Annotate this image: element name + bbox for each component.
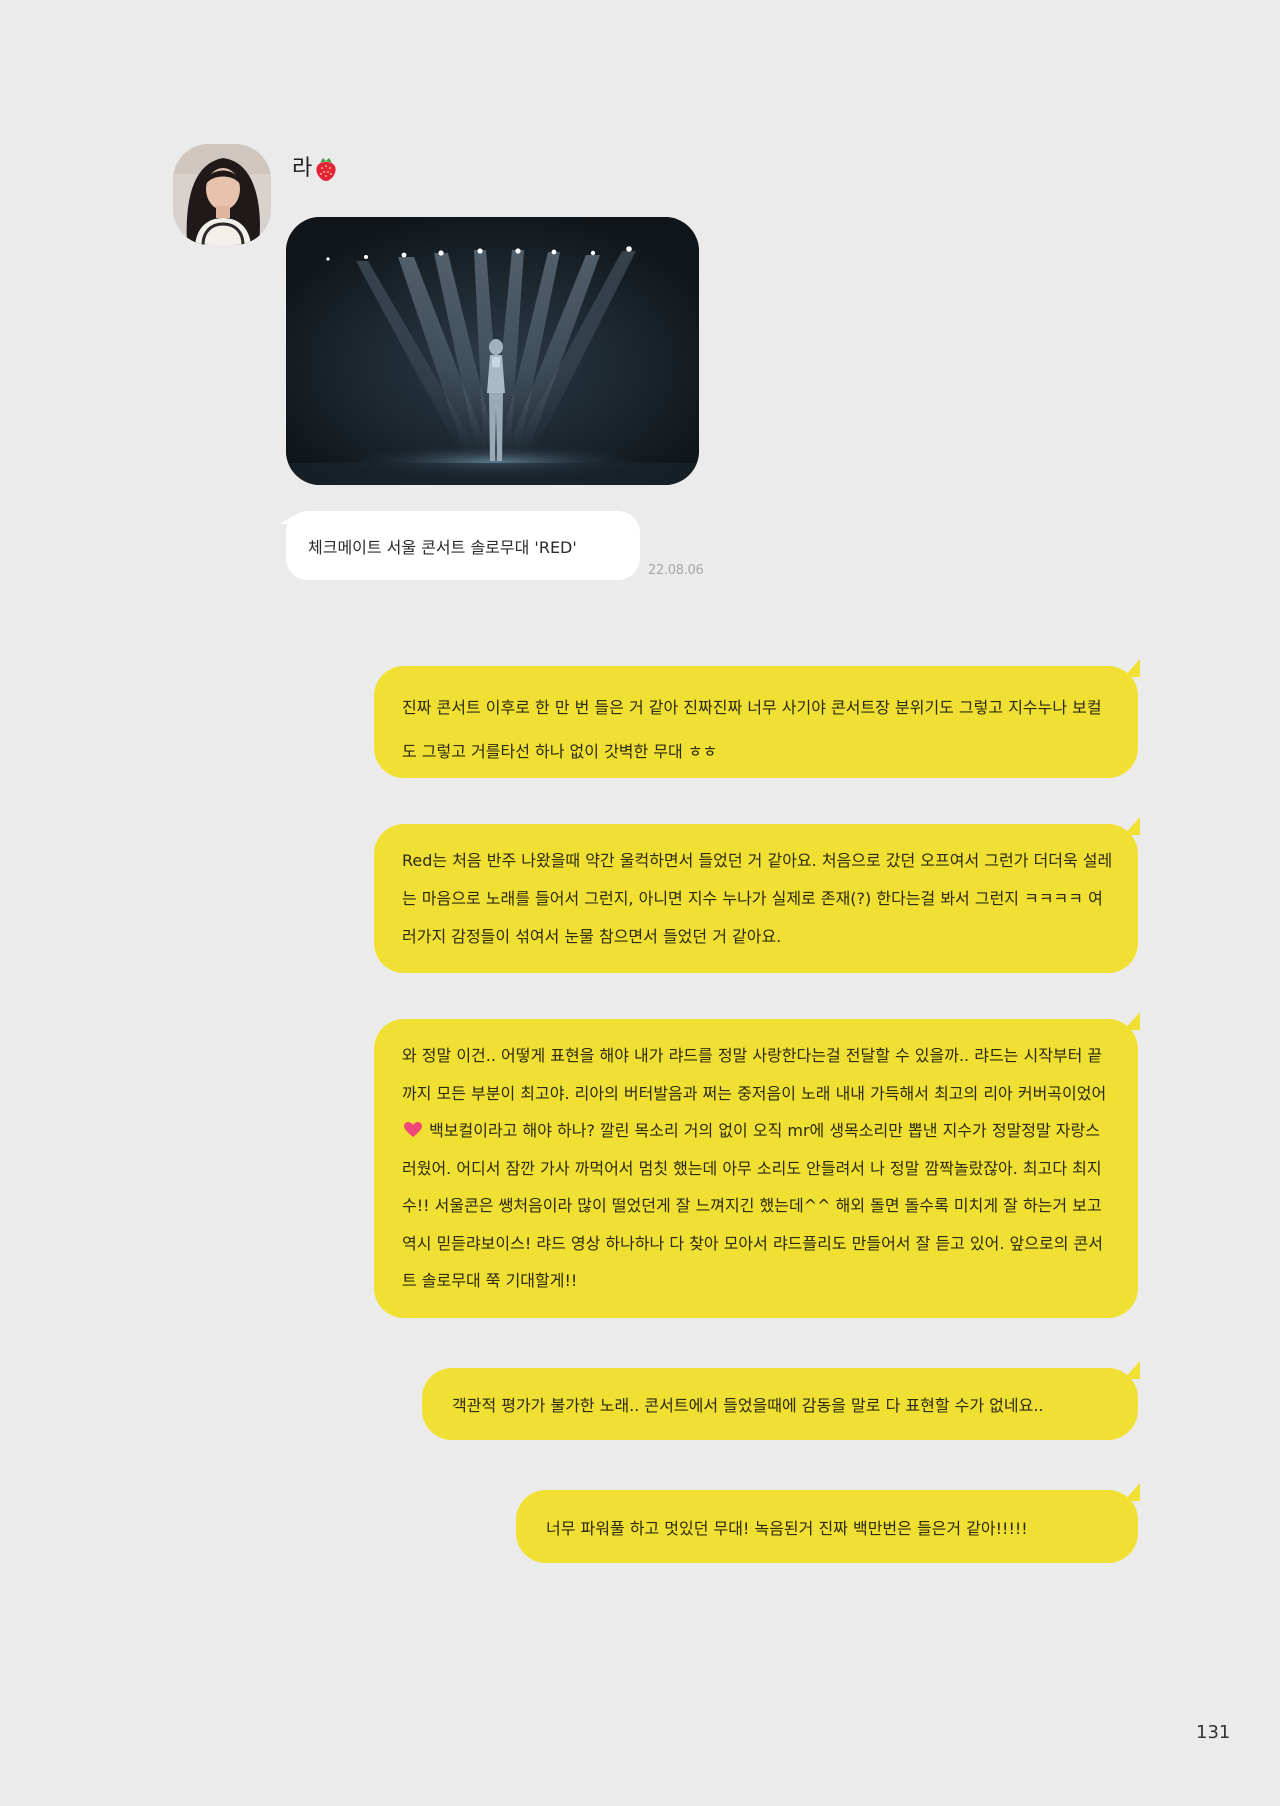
reply-text: 진짜 콘서트 이후로 한 만 번 들은 거 같아 진짜진짜 너무 사기야 콘서트…	[402, 698, 1102, 761]
caption-bubble[interactable]: 체크메이트 서울 콘서트 솔로무대 'RED'	[280, 511, 640, 580]
reply-bubble[interactable]: Red는 처음 반주 나왔을때 약간 울컥하면서 들었던 거 같아요. 처음으로…	[374, 817, 1140, 973]
bubble-tail	[1124, 1361, 1140, 1379]
reply-bubble[interactable]: 진짜 콘서트 이후로 한 만 번 들은 거 같아 진짜진짜 너무 사기야 콘서트…	[374, 659, 1140, 778]
reply-text-part: 백보컬이라고 해야 하나? 깔린 목소리 거의 없이 오직 mr에 생목소리만 …	[402, 1121, 1103, 1290]
bubble-tail	[1124, 1012, 1140, 1030]
heart-icon	[404, 1114, 422, 1137]
bubble-tail	[1124, 1483, 1140, 1501]
reply-text: Red는 처음 반주 나왔을때 약간 울컥하면서 들었던 거 같아요. 처음으로…	[402, 851, 1113, 946]
reply-text: 너무 파워풀 하고 멋있던 무대! 녹음된거 진짜 백만번은 들은거 같아!!!…	[546, 1518, 1028, 1538]
page-number: 131	[1196, 1722, 1231, 1743]
bubble-tail	[280, 515, 294, 524]
message-timestamp: 22.08.06	[648, 563, 704, 578]
avatar-photo	[173, 144, 271, 245]
reply-text: 와 정말 이건.. 어떻게 표현을 해야 내가 랴드를 정말 사랑한다는걸 전달…	[402, 1037, 1114, 1300]
reply-bubble[interactable]: 와 정말 이건.. 어떻게 표현을 해야 내가 랴드를 정말 사랑한다는걸 전달…	[374, 1012, 1140, 1318]
caption-text: 체크메이트 서울 콘서트 솔로무대 'RED'	[308, 537, 577, 557]
reply-bubble[interactable]: 객관적 평가가 불가한 노래.. 콘서트에서 들었을때에 감동을 말로 다 표현…	[422, 1361, 1140, 1440]
concert-stage-image	[286, 217, 699, 485]
sender-name-text: 라	[292, 156, 313, 181]
reply-text-part: 와 정말 이건.. 어떻게 표현을 해야 내가 랴드를 정말 사랑한다는걸 전달…	[402, 1046, 1107, 1103]
sender-name: 라	[292, 154, 338, 184]
avatar[interactable]	[173, 144, 271, 245]
bubble-tail	[1124, 817, 1140, 835]
bubble-tail	[1124, 659, 1140, 677]
reply-bubble[interactable]: 너무 파워풀 하고 멋있던 무대! 녹음된거 진짜 백만번은 들은거 같아!!!…	[516, 1483, 1140, 1563]
strawberry-icon	[314, 156, 338, 182]
reply-text: 객관적 평가가 불가한 노래.. 콘서트에서 들었을때에 감동을 말로 다 표현…	[452, 1396, 1044, 1415]
photo-message[interactable]	[286, 217, 699, 485]
